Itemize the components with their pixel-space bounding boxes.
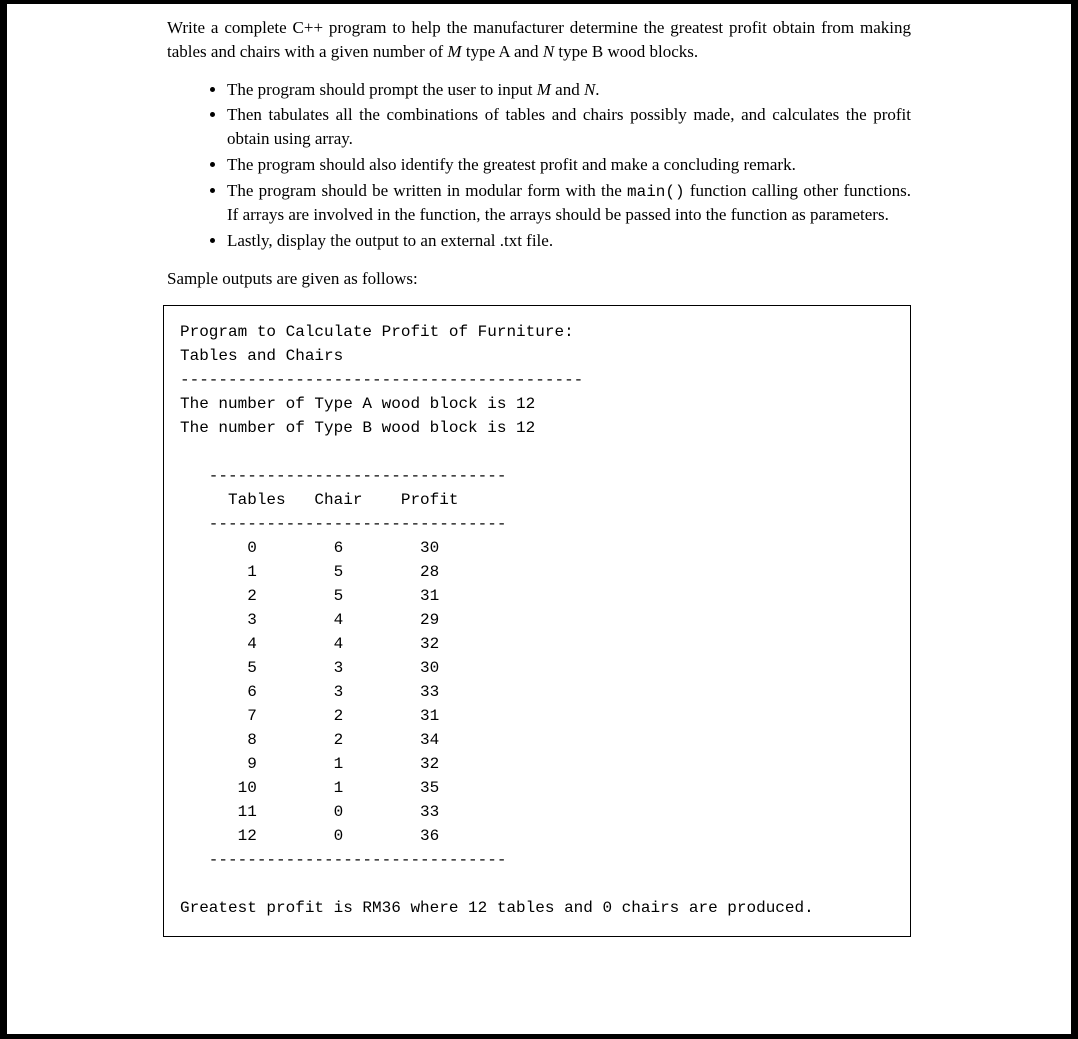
table-row: 6 3 33	[180, 680, 894, 704]
table-row: 12 0 36	[180, 824, 894, 848]
list-item: Then tabulates all the combinations of t…	[227, 103, 911, 151]
var-M: M	[537, 80, 551, 99]
bullet-text: .	[595, 80, 599, 99]
output-header-row: Tables Chair Profit	[180, 488, 894, 512]
output-divider: -------------------------------	[180, 512, 894, 536]
table-row: 0 6 30	[180, 536, 894, 560]
sample-output-box: Program to Calculate Profit of Furniture…	[163, 305, 911, 937]
table-row: 11 0 33	[180, 800, 894, 824]
document-page: Write a complete C++ program to help the…	[7, 4, 1071, 1034]
output-title-line1: Program to Calculate Profit of Furniture…	[180, 320, 894, 344]
table-row: 3 4 29	[180, 608, 894, 632]
bullet-text: and	[551, 80, 584, 99]
bullet-text: The program should prompt the user to in…	[227, 80, 537, 99]
list-item: The program should also identify the gre…	[227, 153, 911, 177]
requirements-list: The program should prompt the user to in…	[167, 78, 911, 253]
table-row: 1 5 28	[180, 560, 894, 584]
intro-text: type A and	[462, 42, 543, 61]
table-row: 10 1 35	[180, 776, 894, 800]
output-typeB: The number of Type B wood block is 12	[180, 416, 894, 440]
intro-paragraph: Write a complete C++ program to help the…	[167, 16, 911, 64]
table-row: 5 3 30	[180, 656, 894, 680]
var-N: N	[543, 42, 554, 61]
output-blank	[180, 440, 894, 464]
bullet-text: The program should be written in modular…	[227, 181, 627, 200]
table-row: 2 5 31	[180, 584, 894, 608]
sample-output-label: Sample outputs are given as follows:	[167, 267, 911, 291]
output-blank	[180, 872, 894, 896]
code-main: main()	[627, 183, 685, 201]
output-divider: ----------------------------------------…	[180, 368, 894, 392]
var-M: M	[447, 42, 461, 61]
output-divider: -------------------------------	[180, 848, 894, 872]
output-divider: -------------------------------	[180, 464, 894, 488]
table-row: 4 4 32	[180, 632, 894, 656]
table-row: 9 1 32	[180, 752, 894, 776]
intro-text: type B wood blocks.	[554, 42, 698, 61]
output-typeA: The number of Type A wood block is 12	[180, 392, 894, 416]
output-title-line2: Tables and Chairs	[180, 344, 894, 368]
list-item: Lastly, display the output to an externa…	[227, 229, 911, 253]
list-item: The program should prompt the user to in…	[227, 78, 911, 102]
list-item: The program should be written in modular…	[227, 179, 911, 227]
output-conclusion: Greatest profit is RM36 where 12 tables …	[180, 896, 894, 920]
table-row: 7 2 31	[180, 704, 894, 728]
table-row: 8 2 34	[180, 728, 894, 752]
var-N: N	[584, 80, 595, 99]
